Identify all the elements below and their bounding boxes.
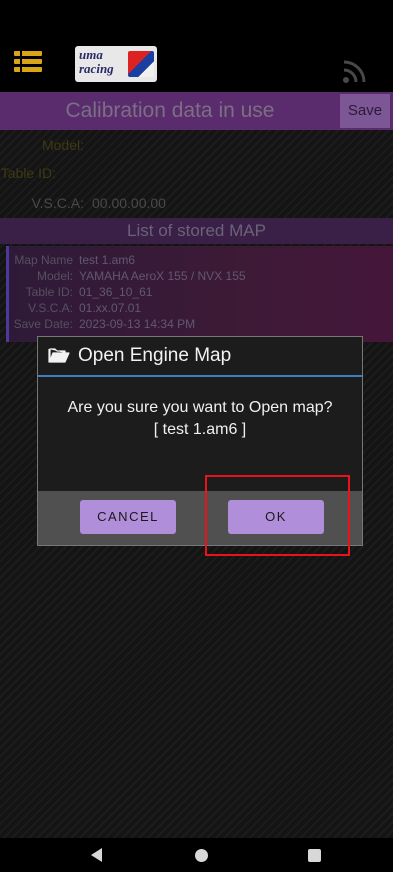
vsca-value: 00.00.00.00 <box>92 195 166 211</box>
ok-highlight-box <box>205 475 350 556</box>
home-icon[interactable] <box>195 849 208 862</box>
table-id-label: Table ID: <box>0 165 56 181</box>
logo-flag-icon <box>128 51 154 77</box>
dialog-filename: [ test 1.am6 ] <box>153 421 247 438</box>
dialog-title-bar: Open Engine Map <box>38 337 362 375</box>
cancel-button[interactable]: CANCEL <box>80 500 176 534</box>
calibration-title: Calibration data in use <box>65 99 275 122</box>
menu-icon[interactable] <box>14 51 42 73</box>
stored-map-item[interactable]: Map Name : test 1.am6 Model: YAMAHA Aero… <box>6 246 393 342</box>
model-label: Model: <box>41 137 84 153</box>
map-save-date-value: 2023-09-13 14:34 PM <box>79 317 196 331</box>
recent-apps-icon[interactable] <box>308 849 321 862</box>
save-button[interactable]: Save <box>340 94 390 128</box>
map-save-date-label: Save Date: <box>13 317 73 331</box>
model-row: Model: <box>0 131 393 159</box>
dialog-message-text: Are you sure you want to Open map? <box>67 399 333 416</box>
status-bar <box>0 0 393 38</box>
rss-icon[interactable] <box>341 57 369 85</box>
dialog-title: Open Engine Map <box>78 345 232 366</box>
dialog-divider <box>38 375 362 377</box>
vsca-row: V.S.C.A: 00.00.00.00 <box>0 189 393 217</box>
stored-map-header: List of stored MAP <box>0 218 393 244</box>
uma-racing-logo: uma racing <box>75 46 157 82</box>
map-vsca-value: 01.xx.07.01 <box>79 301 142 315</box>
calibration-title-bar: Calibration data in use <box>0 92 393 130</box>
map-model-label: Model: <box>36 269 73 283</box>
table-id-row: Table ID: <box>0 159 393 187</box>
vsca-label: V.S.C.A: <box>31 195 84 211</box>
app-bar <box>0 38 393 92</box>
app-screen: uma racing Calibration data in use Save M… <box>0 0 393 872</box>
dialog-message: Are you sure you want to Open map? [ tes… <box>38 397 362 441</box>
map-model-value: YAMAHA AeroX 155 / NVX 155 <box>79 269 246 283</box>
back-icon[interactable] <box>91 848 102 862</box>
map-table-id-label: Table ID: <box>25 285 73 299</box>
logo-text: uma racing <box>79 47 114 76</box>
map-table-id-value: 01_36_10_61 <box>79 285 153 299</box>
map-name-value: test 1.am6 <box>79 253 136 267</box>
map-vsca-label: V.S.C.A: <box>28 301 73 315</box>
folder-open-icon <box>48 348 70 363</box>
